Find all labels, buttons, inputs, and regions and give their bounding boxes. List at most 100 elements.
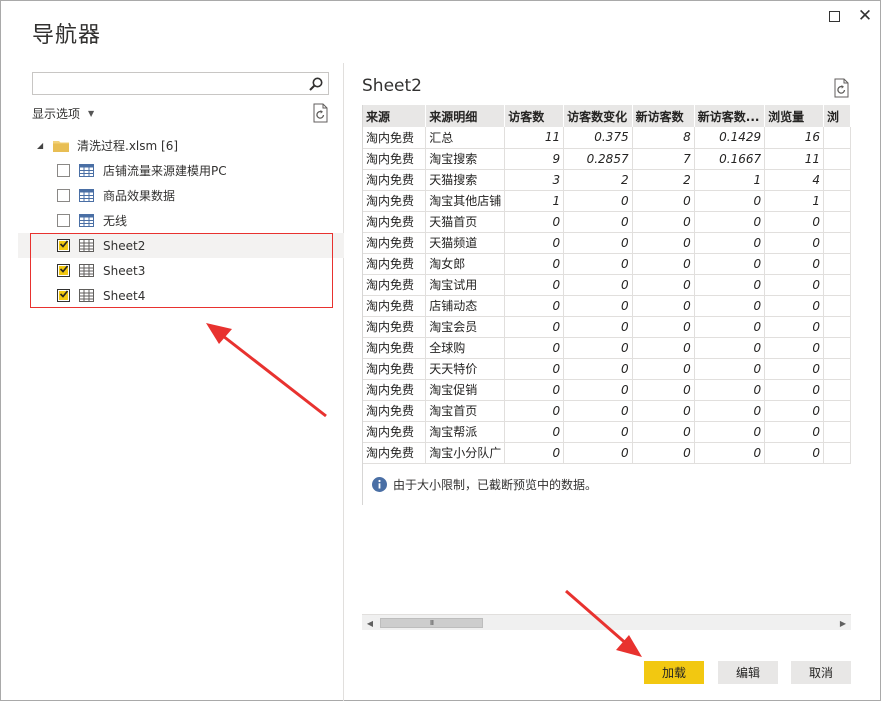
table-cell bbox=[823, 379, 851, 401]
table-row: 淘内免费 天天特价 0 0 0 0 0 bbox=[363, 358, 851, 380]
table-cell: 11 bbox=[764, 148, 824, 170]
display-options-dropdown[interactable]: 显示选项 ▼ bbox=[32, 105, 94, 122]
table-cell: 0 bbox=[632, 295, 695, 317]
table-cell bbox=[823, 169, 851, 191]
table-cell: 1 bbox=[694, 169, 766, 191]
table-cell: 7 bbox=[632, 148, 695, 170]
table-row: 淘内免费 淘宝首页 0 0 0 0 0 bbox=[363, 400, 851, 422]
preview-grid[interactable]: 来源 来源明细 访客数 访客数变化 新访客数 新访客数... 浏览量浏 淘内免费 汇总 11 0.… bbox=[362, 105, 851, 505]
maximize-button[interactable] bbox=[823, 5, 845, 27]
table-cell: 0 bbox=[563, 211, 633, 233]
table-row: 淘内免费 淘宝其他店铺 1 0 0 0 1 bbox=[363, 190, 851, 212]
table-cell: 0 bbox=[764, 337, 824, 359]
column-header[interactable]: 来源 bbox=[363, 105, 427, 127]
table-cell: 0 bbox=[504, 358, 565, 380]
column-header[interactable]: 访客数变化 bbox=[563, 105, 633, 127]
table-row: 淘内免费 淘宝小分队广 0 0 0 0 0 bbox=[363, 442, 851, 464]
search-input[interactable] bbox=[33, 73, 303, 94]
table-cell: 0 bbox=[504, 379, 565, 401]
table-cell: 0 bbox=[563, 232, 633, 254]
info-icon bbox=[372, 477, 387, 492]
table-cell: 1 bbox=[504, 190, 565, 212]
table-cell: 0 bbox=[694, 211, 766, 233]
checkbox-checked[interactable] bbox=[57, 264, 70, 277]
tree-item-label: 无线 bbox=[103, 214, 128, 228]
scroll-thumb[interactable]: III bbox=[380, 618, 483, 628]
close-button[interactable]: ✕ bbox=[854, 5, 876, 27]
navigator-panel: 显示选项 ▼ ◢ 清洗过程.xlsm [6] 店铺流量来源建模用PC 商品效果数… bbox=[18, 63, 344, 701]
checkbox[interactable] bbox=[57, 164, 70, 177]
table-cell: 天猫首页 bbox=[425, 211, 506, 233]
table-cell bbox=[823, 358, 851, 380]
table-row: 淘内免费 淘宝促销 0 0 0 0 0 bbox=[363, 379, 851, 401]
table-cell bbox=[823, 211, 851, 233]
table-cell: 0 bbox=[694, 358, 766, 380]
checkbox[interactable] bbox=[57, 214, 70, 227]
table-cell: 0.2857 bbox=[563, 148, 633, 170]
table-cell: 0 bbox=[563, 316, 633, 338]
table-cell: 淘内免费 bbox=[363, 190, 427, 212]
table-cell: 0 bbox=[563, 337, 633, 359]
table-cell: 0 bbox=[632, 253, 695, 275]
table-cell: 淘内免费 bbox=[363, 274, 427, 296]
scroll-left-icon[interactable]: ◀ bbox=[364, 617, 376, 629]
expand-triangle-icon[interactable]: ◢ bbox=[37, 141, 47, 150]
table-cell: 11 bbox=[504, 127, 565, 149]
table-cell: 天猫搜索 bbox=[425, 169, 506, 191]
tree-item-2[interactable]: 无线 bbox=[18, 208, 344, 233]
table-cell: 0 bbox=[694, 253, 766, 275]
column-header[interactable]: 新访客数 bbox=[632, 105, 695, 127]
column-header[interactable]: 来源明细 bbox=[425, 105, 506, 127]
table-cell bbox=[823, 253, 851, 275]
tree-item-label: Sheet4 bbox=[103, 288, 146, 303]
table-cell: 0 bbox=[563, 379, 633, 401]
refresh-icon[interactable] bbox=[833, 78, 851, 98]
table-cell: 淘内免费 bbox=[363, 295, 427, 317]
column-header[interactable]: 浏 bbox=[823, 105, 851, 127]
table-cell: 0 bbox=[504, 337, 565, 359]
table-cell: 0 bbox=[694, 316, 766, 338]
tree-item-5[interactable]: Sheet4 bbox=[18, 283, 344, 308]
tree-item-1[interactable]: 商品效果数据 bbox=[18, 183, 344, 208]
refresh-icon[interactable] bbox=[312, 103, 330, 123]
info-text: 由于大小限制，已截断预览中的数据。 bbox=[393, 478, 598, 492]
column-header[interactable]: 浏览量 bbox=[764, 105, 824, 127]
table-cell: 淘宝其他店铺 bbox=[425, 190, 506, 212]
table-cell: 天天特价 bbox=[425, 358, 506, 380]
cancel-button[interactable]: 取消 bbox=[791, 661, 851, 684]
checkbox-checked[interactable] bbox=[57, 289, 70, 302]
table-cell: 0 bbox=[694, 190, 766, 212]
load-button[interactable]: 加载 bbox=[644, 661, 704, 684]
column-header[interactable]: 新访客数... bbox=[694, 105, 766, 127]
table-row: 淘内免费 淘宝帮派 0 0 0 0 0 bbox=[363, 421, 851, 443]
preview-title: Sheet2 bbox=[362, 76, 422, 96]
scroll-right-icon[interactable]: ▶ bbox=[837, 617, 849, 629]
tree-item-3[interactable]: Sheet2 bbox=[18, 233, 344, 258]
tree-item-0[interactable]: 店铺流量来源建模用PC bbox=[18, 158, 344, 183]
table-cell: 汇总 bbox=[425, 127, 506, 149]
table-row: 淘内免费 汇总 11 0.375 8 0.1429 16 bbox=[363, 127, 851, 149]
sheet-icon bbox=[79, 264, 94, 277]
table-cell bbox=[823, 274, 851, 296]
column-header[interactable]: 访客数 bbox=[504, 105, 565, 127]
table-cell: 0 bbox=[764, 295, 824, 317]
table-cell: 4 bbox=[764, 169, 824, 191]
search-icon[interactable] bbox=[308, 76, 324, 92]
table-cell: 1 bbox=[764, 190, 824, 212]
table-cell: 0 bbox=[632, 274, 695, 296]
table-cell bbox=[823, 400, 851, 422]
checkbox-checked[interactable] bbox=[57, 239, 70, 252]
table-cell: 淘宝首页 bbox=[425, 400, 506, 422]
tree-root[interactable]: ◢ 清洗过程.xlsm [6] bbox=[18, 133, 344, 158]
table-cell: 淘宝小分队广 bbox=[425, 442, 506, 464]
table-cell: 0 bbox=[632, 337, 695, 359]
edit-button[interactable]: 编辑 bbox=[718, 661, 778, 684]
table-cell: 0.1667 bbox=[694, 148, 766, 170]
table-header-row: 来源 来源明细 访客数 访客数变化 新访客数 新访客数... 浏览量浏 bbox=[363, 105, 851, 127]
horizontal-scrollbar[interactable]: ◀ III ▶ bbox=[362, 614, 851, 630]
checkbox[interactable] bbox=[57, 189, 70, 202]
tree-item-4[interactable]: Sheet3 bbox=[18, 258, 344, 283]
table-row: 淘内免费 天猫频道 0 0 0 0 0 bbox=[363, 232, 851, 254]
table-cell: 淘宝会员 bbox=[425, 316, 506, 338]
table-cell: 全球购 bbox=[425, 337, 506, 359]
